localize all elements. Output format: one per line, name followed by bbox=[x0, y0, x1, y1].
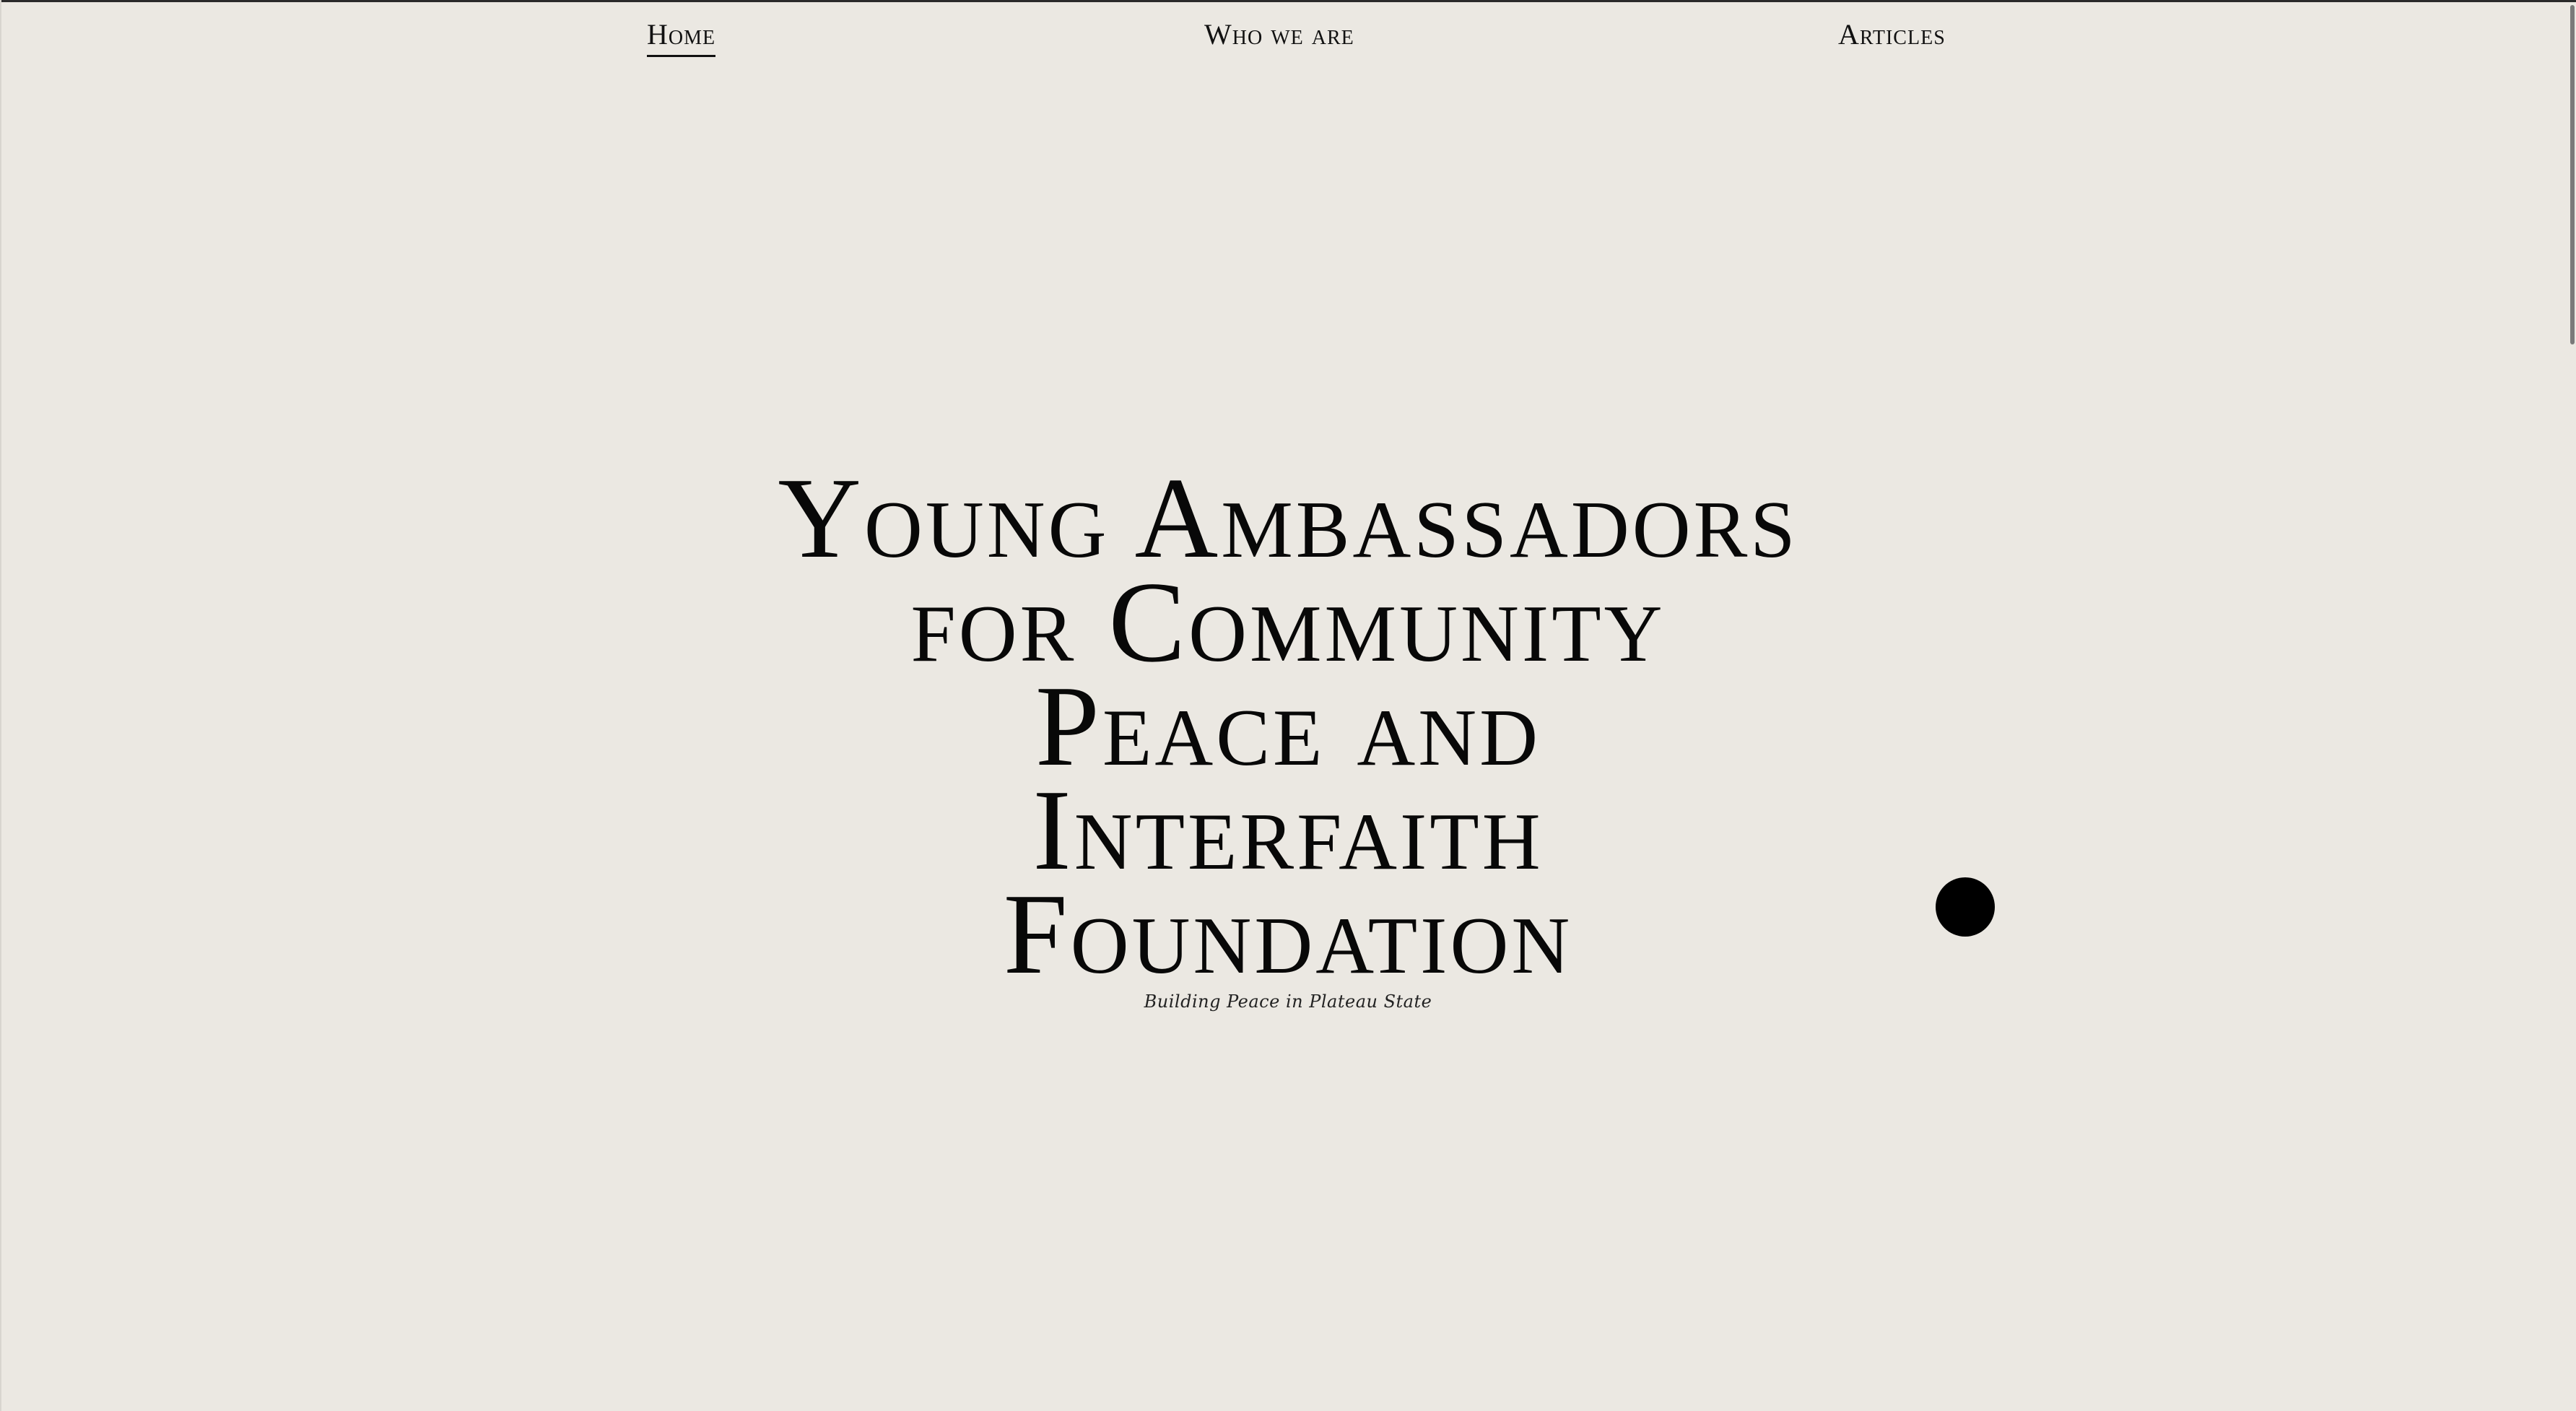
nav-articles-link[interactable]: Articles bbox=[1838, 17, 1946, 51]
cursor-dot bbox=[1936, 877, 1995, 937]
hero-title-line: Interfaith bbox=[1032, 765, 1544, 894]
main-nav: Home Who we are Articles bbox=[0, 17, 2576, 61]
nav-who-we-are-link[interactable]: Who we are bbox=[1204, 17, 1354, 51]
nav-home-link[interactable]: Home bbox=[647, 17, 716, 57]
scrollbar-thumb[interactable] bbox=[2570, 5, 2575, 344]
hero-title-line: for Community bbox=[910, 557, 1666, 686]
nav-home-label: Home bbox=[647, 18, 716, 51]
hero-title-line: Foundation bbox=[1003, 869, 1573, 998]
top-border bbox=[0, 0, 2576, 2]
hero-title: Young Ambassadors for Community Peace an… bbox=[0, 453, 2576, 998]
scrollbar[interactable] bbox=[2569, 2, 2576, 1411]
active-underline bbox=[647, 55, 716, 57]
hero-subtitle: Building Peace in Plateau State bbox=[1144, 991, 1432, 1012]
hero-title-line: Young Ambassadors bbox=[778, 453, 1798, 582]
hero-title-line: Peace and bbox=[1035, 661, 1541, 790]
hero-section: Young Ambassadors for Community Peace an… bbox=[0, 453, 2576, 1012]
